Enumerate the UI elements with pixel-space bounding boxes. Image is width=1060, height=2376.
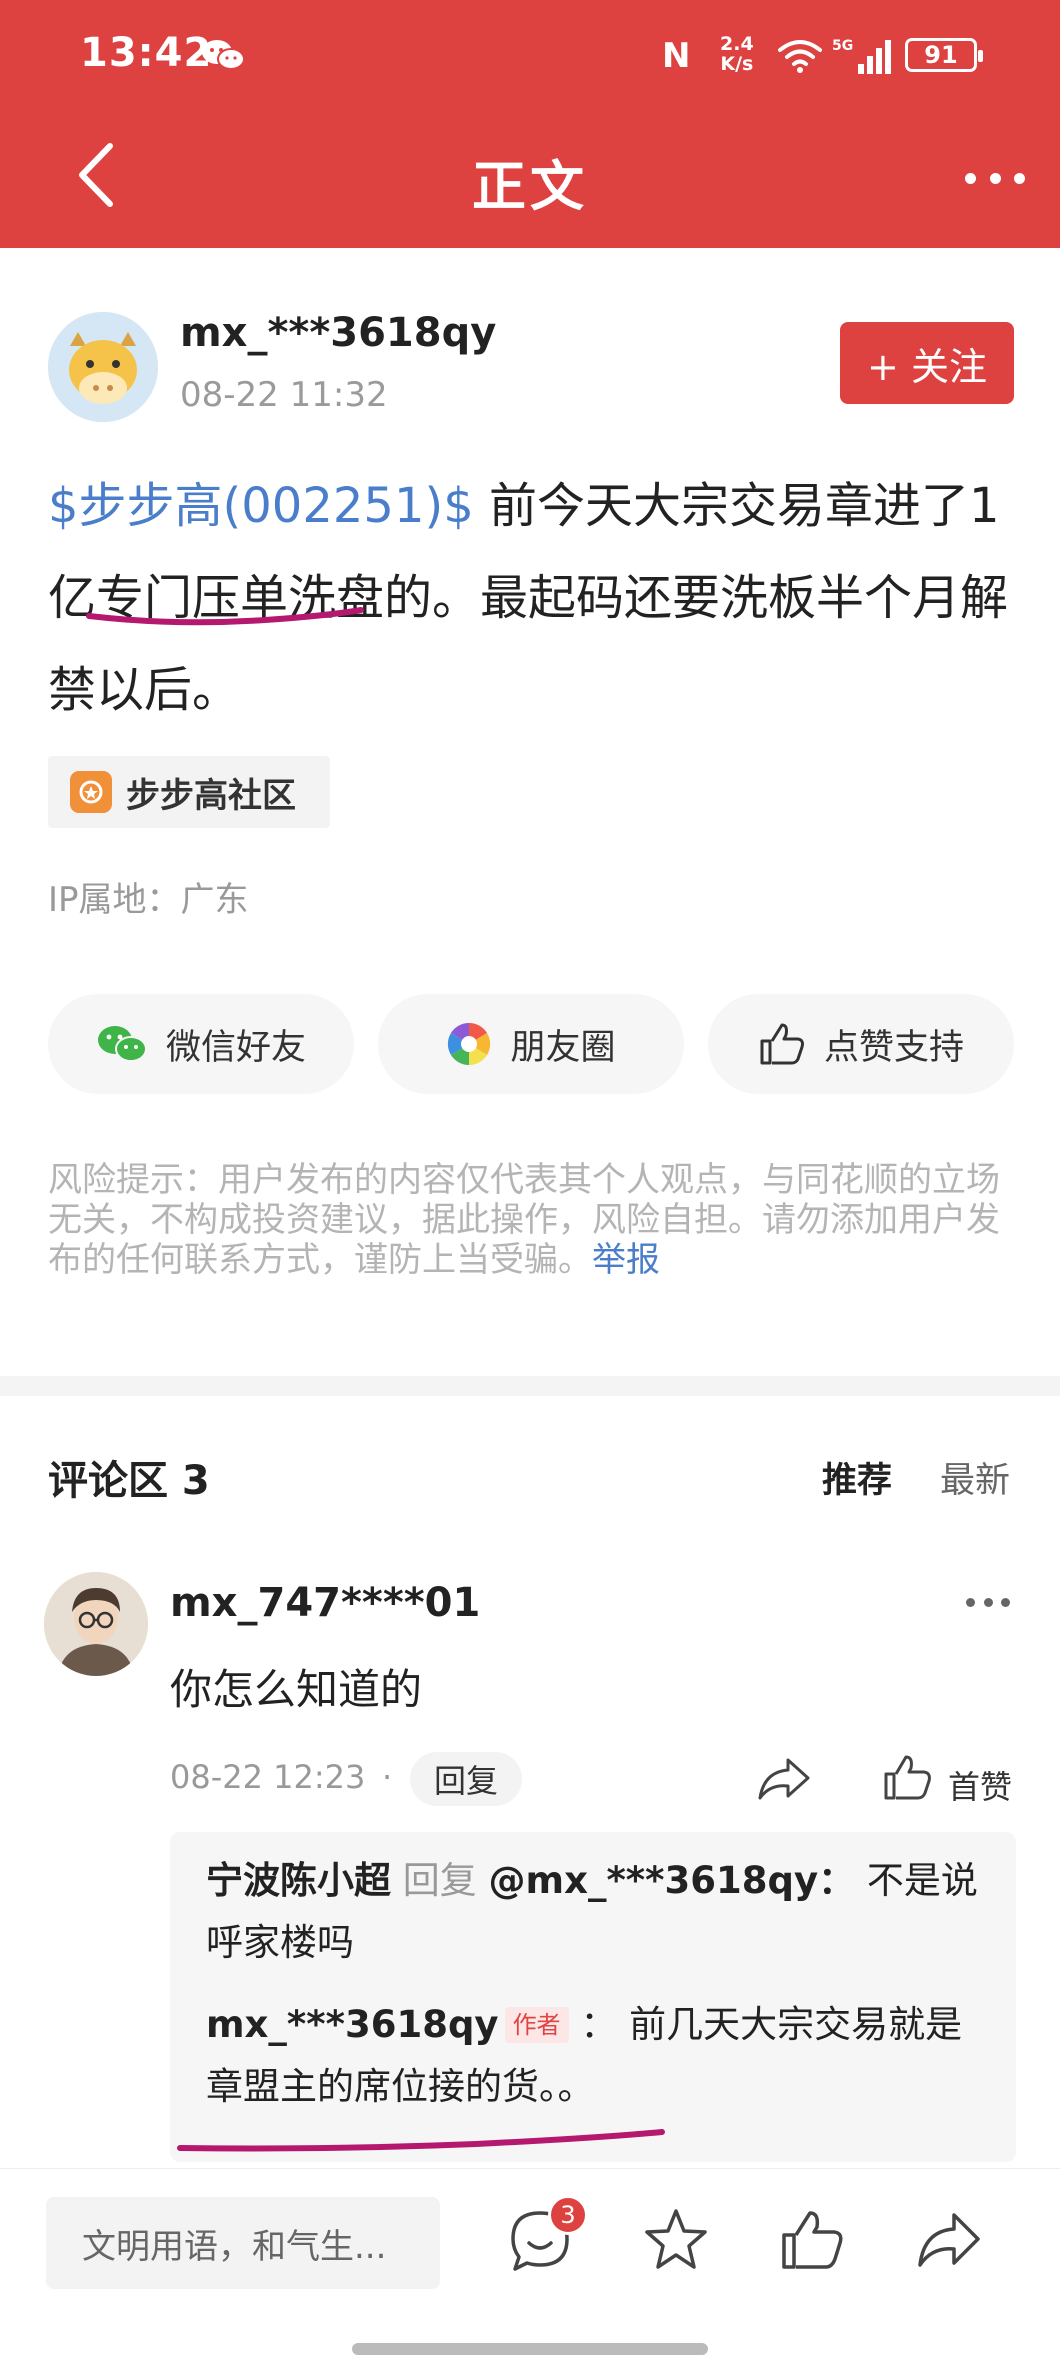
moments-icon <box>448 1022 491 1066</box>
reply-word: 回复 <box>402 1859 477 1902</box>
more-dot-icon <box>965 172 976 184</box>
community-tag[interactable]: 步步高社区 <box>48 756 330 828</box>
sort-newest-tab[interactable]: 最新 <box>940 1452 1010 1503</box>
nfc-icon: N <box>662 36 691 76</box>
like-support-label: 点赞支持 <box>823 1027 964 1068</box>
reply-user[interactable]: mx_***3618qy <box>206 2003 499 2046</box>
more-dot-icon <box>1014 172 1025 184</box>
comments-title: 评论区 3 <box>48 1458 210 1504</box>
thumbs-up-icon <box>760 1023 804 1065</box>
community-icon <box>70 771 112 813</box>
community-label: 步步高社区 <box>126 775 296 816</box>
more-dot-icon <box>989 172 1001 184</box>
thumbs-up-icon[interactable] <box>778 2205 848 2275</box>
comment-reply-button[interactable]: 回复 <box>410 1752 522 1806</box>
thumbs-up-icon[interactable] <box>882 1752 934 1804</box>
first-like-label[interactable]: 首赞 <box>948 1762 1012 1808</box>
commenter-avatar[interactable] <box>44 1572 148 1676</box>
post-time: 08-22 11:32 <box>180 375 388 415</box>
comment-time: 08-22 12:23 <box>170 1758 366 1796</box>
share-wechat-button[interactable]: 微信好友 <box>48 994 354 1094</box>
network-speed-unit: K/s <box>720 53 754 75</box>
report-link[interactable]: 举报 <box>592 1240 660 1280</box>
network-speed: 2.4 K/s <box>720 34 754 74</box>
comment-text: 你怎么知道的 <box>170 1665 423 1714</box>
more-dot-icon <box>1001 1597 1010 1607</box>
section-divider <box>0 1376 1060 1396</box>
comment-input[interactable]: 文明用语，和气生... <box>46 2197 440 2289</box>
share-moments-button[interactable]: 朋友圈 <box>378 994 684 1094</box>
handwritten-underline <box>177 2129 665 2152</box>
comment-count-badge: 3 <box>548 2195 588 2235</box>
post-author-name[interactable]: mx_***3618qy <box>180 310 496 356</box>
share-arrow-icon[interactable] <box>914 2205 984 2275</box>
share-moments-label: 朋友圈 <box>510 1027 616 1068</box>
network-speed-value: 2.4 <box>720 33 754 55</box>
risk-text: 风险提示：用户发布的内容仅代表其个人观点，与同花顺的立场无关，不构成投资建议，据… <box>48 1160 1000 1280</box>
commenter-name[interactable]: mx_747****01 <box>170 1580 480 1626</box>
person-avatar-icon <box>44 1572 148 1676</box>
status-time: 13:42 <box>80 30 213 76</box>
stock-tag-link[interactable]: $步步高(002251)$ <box>48 478 474 534</box>
reply-item[interactable]: 宁波陈小超 回复 @mx_***3618qy： 不是说呼家楼吗 <box>206 1850 986 1974</box>
cow-avatar-icon <box>48 312 158 422</box>
comment-meta-separator: · <box>382 1758 393 1796</box>
more-dot-icon <box>966 1597 975 1607</box>
more-dot-icon <box>983 1597 993 1607</box>
comment-more-button[interactable] <box>966 1594 1010 1610</box>
post-content: $步步高(002251)$ 前今天大宗交易章进了1亿专门压单洗盘的。最起码还要洗… <box>48 460 1018 736</box>
like-support-button[interactable]: 点赞支持 <box>708 994 1014 1094</box>
battery-indicator: 91 <box>905 38 983 72</box>
ip-location: IP属地：广东 <box>48 880 249 920</box>
star-icon[interactable] <box>641 2205 711 2275</box>
app-header: 13:42 N 2.4 K/s 5G 91 正文 <box>0 0 1060 248</box>
signal-type-label: 5G <box>832 38 853 54</box>
author-avatar[interactable] <box>48 312 158 422</box>
share-arrow-icon[interactable] <box>756 1754 812 1804</box>
reply-item[interactable]: mx_***3618qy 作者 ： 前几天大宗交易就是章盟主的席位接的货。。 <box>206 1994 986 2118</box>
wifi-icon <box>778 40 822 73</box>
reply-colon: ： <box>580 2003 618 2046</box>
follow-button[interactable]: + 关注 <box>840 322 1014 404</box>
author-badge: 作者 <box>504 2007 569 2043</box>
reply-user[interactable]: 宁波陈小超 <box>206 1859 391 1902</box>
wechat-notification-icon <box>202 40 245 70</box>
reply-mention[interactable]: @mx_***3618qy： <box>489 1859 856 1902</box>
wechat-icon <box>97 1026 147 1062</box>
more-options-button[interactable] <box>965 168 1025 188</box>
share-wechat-label: 微信好友 <box>165 1027 306 1068</box>
bottom-action-bar: 文明用语，和气生... 3 <box>0 2168 1060 2376</box>
reply-thread: 宁波陈小超 回复 @mx_***3618qy： 不是说呼家楼吗 mx_***36… <box>170 1832 1016 2162</box>
home-indicator[interactable] <box>352 2343 708 2355</box>
signal-icon: 5G <box>832 38 891 74</box>
page-title: 正文 <box>472 155 588 218</box>
risk-warning: 风险提示：用户发布的内容仅代表其个人观点，与同花顺的立场无关，不构成投资建议，据… <box>48 1160 1018 1280</box>
handwritten-underline <box>86 607 364 626</box>
sort-recommended-tab[interactable]: 推荐 <box>822 1452 892 1503</box>
status-bar: 13:42 N 2.4 K/s 5G 91 <box>0 0 1060 110</box>
